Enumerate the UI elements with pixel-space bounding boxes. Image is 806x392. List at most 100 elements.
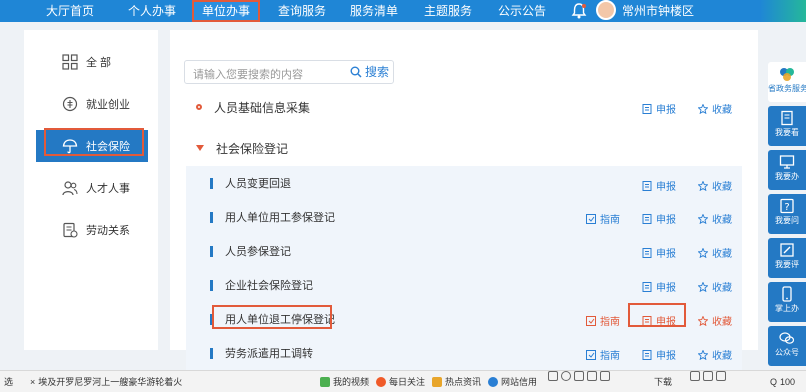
category-all[interactable]: 全 部 bbox=[36, 46, 148, 78]
translate-icon[interactable] bbox=[574, 371, 584, 381]
apply-button[interactable]: 申报 bbox=[642, 347, 676, 362]
nav-item-personal[interactable]: 个人办事 bbox=[128, 0, 176, 22]
favorite-label: 收藏 bbox=[712, 249, 732, 260]
favorite-button[interactable]: 收藏 bbox=[698, 313, 732, 328]
item-label: 劳务派遣用工调转 bbox=[225, 348, 313, 360]
question-icon: ? bbox=[780, 198, 794, 214]
status-left-text: 选 bbox=[4, 377, 14, 387]
sidebar-mobile[interactable]: 掌上办 bbox=[768, 282, 806, 322]
zoom-control[interactable]: Q 100 bbox=[770, 371, 795, 392]
sound-icon[interactable] bbox=[703, 371, 713, 381]
sidebar-evaluate[interactable]: 我要评 bbox=[768, 238, 806, 278]
guide-label: 指南 bbox=[600, 215, 620, 226]
nav-item-theme[interactable]: 主题服务 bbox=[424, 0, 472, 22]
apply-label: 申报 bbox=[656, 351, 676, 362]
apply-button[interactable]: 申报 bbox=[642, 211, 676, 226]
fire-icon bbox=[376, 377, 386, 387]
grid-view-icon[interactable] bbox=[716, 371, 726, 381]
sidebar-view[interactable]: 我要看 bbox=[768, 106, 806, 146]
guide-icon bbox=[586, 349, 596, 360]
zoom-value: 100 bbox=[780, 377, 796, 387]
guide-label: 指南 bbox=[600, 351, 620, 362]
nav-item-query[interactable]: 查询服务 bbox=[278, 0, 326, 22]
star-icon bbox=[698, 213, 708, 224]
sidebar-label: 我要评 bbox=[775, 260, 799, 269]
drop-icon bbox=[488, 377, 498, 387]
item-label: 人员参保登记 bbox=[225, 246, 291, 258]
status-label: 热点资讯 bbox=[445, 377, 482, 387]
globe-icon[interactable] bbox=[561, 371, 571, 381]
phone-icon bbox=[782, 286, 792, 302]
apply-label: 申报 bbox=[656, 215, 676, 226]
favorite-label: 收藏 bbox=[712, 215, 732, 226]
guide-button[interactable]: 指南 bbox=[586, 313, 620, 328]
sidebar-handle[interactable]: 我要办 bbox=[768, 150, 806, 190]
highlight-item-name bbox=[212, 305, 332, 329]
search-input[interactable]: 请输入您要搜索的内容 bbox=[193, 66, 303, 82]
apply-button[interactable]: 申报 bbox=[642, 279, 676, 294]
my-video-button[interactable]: 我的视频 bbox=[320, 371, 369, 392]
sidebar-label: 掌上办 bbox=[775, 304, 799, 313]
favorite-button[interactable]: 收藏 bbox=[698, 178, 732, 193]
status-extra-icons[interactable] bbox=[690, 371, 726, 381]
form-icon bbox=[642, 180, 652, 191]
star-icon bbox=[698, 103, 708, 114]
star-icon bbox=[698, 349, 708, 360]
sidebar-ask[interactable]: ? 我要问 bbox=[768, 194, 806, 234]
category-labor[interactable]: 劳动关系 bbox=[36, 214, 148, 246]
category-label: 人才人事 bbox=[86, 183, 130, 195]
top-navigation: 大厅首页 个人办事 单位办事 查询服务 服务清单 主题服务 公示公告 常州市钟楼… bbox=[0, 0, 806, 22]
browser-status-bar: 选 × 埃及开罗尼罗河上一艘豪华游轮着火 我的视频 每日关注 热点资讯 网站信用… bbox=[0, 370, 806, 392]
download-button[interactable]: 下载 bbox=[654, 371, 672, 392]
people-icon bbox=[62, 181, 78, 196]
favorite-button[interactable]: 收藏 bbox=[698, 211, 732, 226]
hot-news-button[interactable]: 热点资讯 bbox=[432, 371, 481, 392]
avatar[interactable] bbox=[596, 0, 616, 20]
shield-icon[interactable] bbox=[548, 371, 558, 381]
highlight-apply-button bbox=[628, 303, 686, 327]
apply-button[interactable]: 申报 bbox=[642, 178, 676, 193]
item-label: 用人单位用工参保登记 bbox=[225, 212, 335, 224]
guide-button[interactable]: 指南 bbox=[586, 347, 620, 362]
tool-icon[interactable] bbox=[587, 371, 597, 381]
caret-down-icon bbox=[196, 145, 204, 151]
favorite-label: 收藏 bbox=[712, 182, 732, 193]
daily-focus-button[interactable]: 每日关注 bbox=[376, 371, 425, 392]
category-employment[interactable]: 就业创业 bbox=[36, 88, 148, 120]
sidebar-province-service[interactable]: 省政务服务 bbox=[768, 62, 806, 102]
nav-item-service-list[interactable]: 服务清单 bbox=[350, 0, 398, 22]
bell-icon[interactable] bbox=[570, 2, 588, 20]
group-row-social-insurance[interactable]: 社会保险登记 bbox=[186, 131, 742, 165]
category-talent[interactable]: 人才人事 bbox=[36, 172, 148, 204]
status-tool-icons[interactable] bbox=[548, 371, 610, 381]
search-icon bbox=[350, 66, 362, 78]
close-icon[interactable]: × bbox=[30, 371, 35, 392]
form-icon bbox=[642, 213, 652, 224]
nav-item-unit[interactable]: 单位办事 bbox=[192, 0, 261, 22]
group-label: 人员基础信息采集 bbox=[214, 100, 311, 115]
window-icon[interactable] bbox=[690, 371, 700, 381]
guide-button[interactable]: 指南 bbox=[586, 211, 620, 226]
zoom-icon: Q bbox=[770, 377, 778, 387]
screenshot-icon[interactable] bbox=[600, 371, 610, 381]
favorite-button[interactable]: 收藏 bbox=[698, 279, 732, 294]
news-ticker[interactable]: × 埃及开罗尼罗河上一艘豪华游轮着火 bbox=[30, 371, 182, 392]
apply-button[interactable]: 申报 bbox=[642, 101, 676, 116]
search-button[interactable]: 搜索 bbox=[350, 63, 389, 81]
star-icon bbox=[698, 281, 708, 292]
sidebar-official-account[interactable]: 公众号 bbox=[768, 326, 806, 366]
favorite-label: 收藏 bbox=[712, 317, 732, 328]
favorite-button[interactable]: 收藏 bbox=[698, 245, 732, 260]
category-label: 就业创业 bbox=[86, 99, 130, 111]
user-name[interactable]: 常州市钟楼区 bbox=[622, 0, 694, 22]
guide-label: 指南 bbox=[600, 317, 620, 328]
nav-item-home[interactable]: 大厅首页 bbox=[46, 0, 94, 22]
apply-label: 申报 bbox=[656, 105, 676, 116]
favorite-button[interactable]: 收藏 bbox=[698, 347, 732, 362]
apply-label: 申报 bbox=[656, 283, 676, 294]
sidebar-label: 我要问 bbox=[775, 216, 799, 225]
apply-button[interactable]: 申报 bbox=[642, 245, 676, 260]
favorite-button[interactable]: 收藏 bbox=[698, 101, 732, 116]
nav-item-notice[interactable]: 公示公告 bbox=[498, 0, 546, 22]
site-credit-button[interactable]: 网站信用 bbox=[488, 371, 537, 392]
